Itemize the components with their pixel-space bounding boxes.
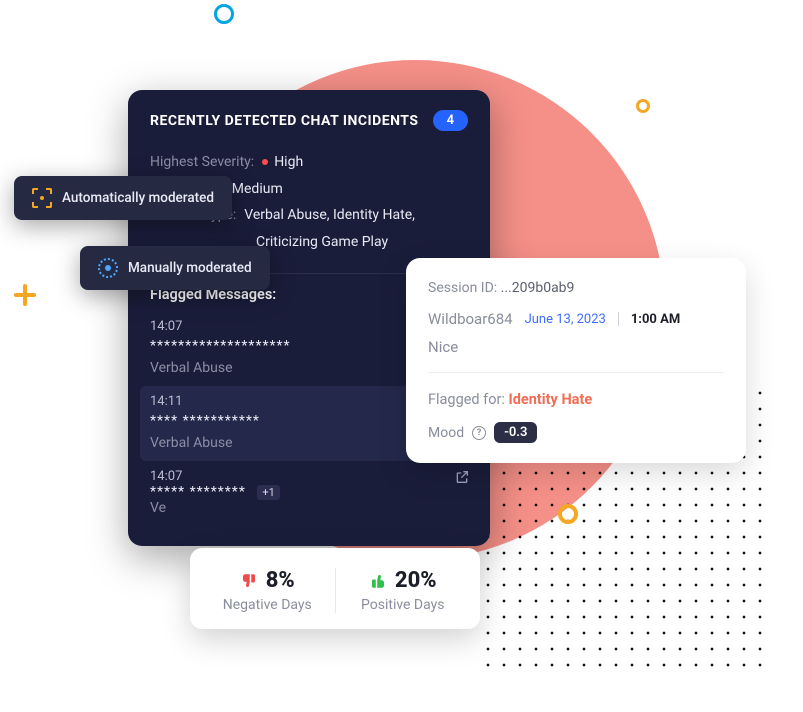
scan-frame-icon (32, 188, 52, 208)
session-date: June 13, 2023 (525, 312, 606, 327)
mood-value-pill: -0.3 (494, 422, 537, 443)
thumbs-down-icon (240, 572, 258, 590)
incidents-title: RECENTLY DETECTED CHAT INCIDENTS (150, 113, 418, 129)
incident-type-value: Verbal Abuse, Identity Hate, (244, 202, 415, 229)
chip-label: Manually moderated (128, 260, 252, 276)
decorative-ring-gold (558, 504, 578, 524)
decorative-ring-gold (636, 99, 650, 113)
message-time: 14:07 (150, 469, 466, 484)
negative-days-col: 8% Negative Days (200, 568, 335, 613)
decorative-ring-blue (214, 4, 234, 24)
session-id-value: ...209b0ab9 (501, 280, 575, 296)
chip-label: Automatically moderated (62, 190, 214, 206)
message-body: ***** ******** (150, 484, 246, 500)
flagged-message[interactable]: 14:07 ***** ******** +1 Ve (150, 461, 480, 526)
divider (428, 372, 724, 373)
incidents-header: RECENTLY DETECTED CHAT INCIDENTS 4 (128, 90, 490, 145)
thumbs-up-icon (369, 572, 387, 590)
message-tag: Ve (150, 500, 466, 516)
negative-days-percent: 8% (266, 568, 295, 593)
session-id-label: Session ID: (428, 280, 497, 296)
more-count-badge: +1 (257, 485, 279, 500)
positive-days-percent: 20% (395, 568, 437, 593)
session-card: Session ID: ...209b0ab9 Wildboar684 June… (406, 258, 746, 463)
session-username: Wildboar684 (428, 310, 513, 328)
positive-days-label: Positive Days (336, 597, 471, 613)
divider-vertical (618, 312, 619, 326)
incident-count-badge: 4 (433, 110, 468, 131)
flagged-for-label: Flagged for: (428, 391, 505, 408)
mood-label: Mood (428, 425, 464, 441)
chip-auto-moderated[interactable]: Automatically moderated (14, 176, 232, 220)
severity-label: Highest Severity: (150, 149, 254, 176)
flagged-for-row: Flagged for: Identity Hate (428, 391, 724, 408)
positive-days-col: 20% Positive Days (336, 568, 471, 613)
days-stats-card: 8% Negative Days 20% Positive Days (190, 548, 480, 629)
severity-value: High (262, 149, 303, 176)
confidence-value: Medium (232, 176, 283, 203)
target-icon (98, 258, 118, 278)
incident-type-value-2: Criticizing Game Play (256, 229, 388, 256)
negative-days-label: Negative Days (200, 597, 335, 613)
open-external-icon[interactable] (454, 469, 470, 485)
chip-manual-moderated[interactable]: Manually moderated (80, 246, 270, 290)
session-time: 1:00 AM (631, 312, 680, 327)
plus-icon (14, 284, 36, 306)
session-user-row: Wildboar684 June 13, 2023 1:00 AM (428, 310, 724, 328)
session-message: Nice (428, 338, 724, 356)
flagged-for-reason: Identity Hate (509, 391, 593, 408)
mood-row: Mood ? -0.3 (428, 422, 724, 443)
session-id-row: Session ID: ...209b0ab9 (428, 280, 724, 296)
severity-dot-icon (262, 159, 268, 165)
help-icon[interactable]: ? (472, 426, 486, 440)
